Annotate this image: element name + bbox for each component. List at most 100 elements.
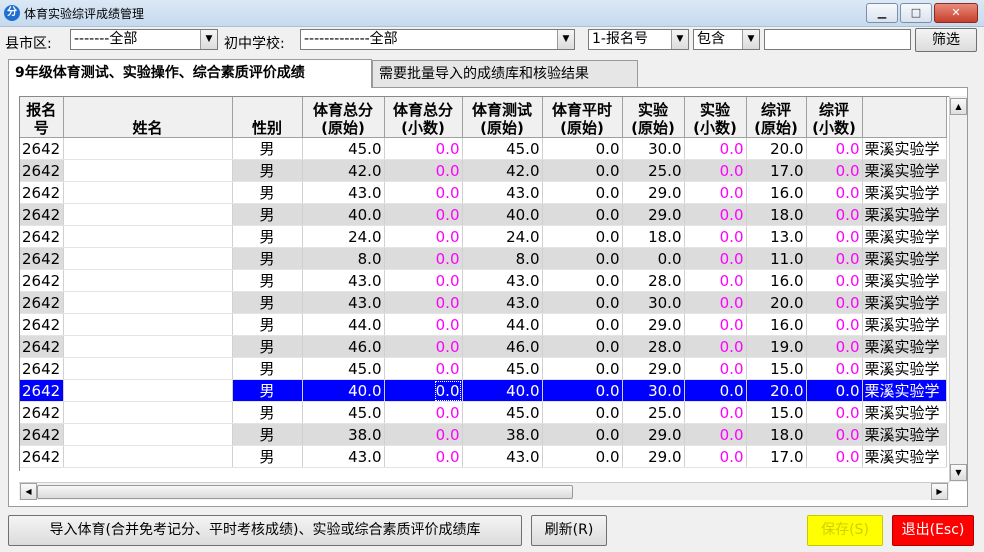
cell-id[interactable]: 2642 bbox=[20, 269, 64, 292]
cell-lab-dec[interactable]: 0.0 bbox=[684, 291, 747, 314]
cell-eval-raw[interactable]: 15.0 bbox=[746, 357, 807, 380]
cell-id[interactable]: 2642 bbox=[20, 181, 64, 204]
cell-pe-total-raw[interactable]: 43.0 bbox=[302, 181, 385, 204]
cell-pe-total-dec[interactable]: 0.0 bbox=[384, 269, 463, 292]
cell-pe-regular-raw[interactable]: 0.0 bbox=[542, 203, 623, 226]
cell-pe-total-raw[interactable]: 40.0 bbox=[302, 203, 385, 226]
cell-lab-raw[interactable]: 28.0 bbox=[622, 335, 685, 358]
match-select[interactable]: 包含 ▼ bbox=[693, 29, 760, 50]
cell-gender[interactable]: 男 bbox=[232, 225, 303, 248]
scores-grid[interactable]: 报名号 姓名 性别 体育总分 (原始) 体育总分 (小数) 体育测试 (原始) 体育平时 (原始) 实… bbox=[19, 96, 950, 471]
scroll-up-icon[interactable]: ▲ bbox=[950, 98, 967, 115]
cell-lab-raw[interactable]: 29.0 bbox=[622, 203, 685, 226]
cell-id[interactable]: 2642 bbox=[20, 291, 64, 314]
cell-school[interactable]: 栗溪实验学 bbox=[862, 335, 947, 358]
cell-pe-total-raw[interactable]: 40.0 bbox=[302, 379, 385, 402]
cell-pe-test-raw[interactable]: 46.0 bbox=[462, 335, 543, 358]
cell-lab-raw[interactable]: 29.0 bbox=[622, 313, 685, 336]
cell-lab-dec[interactable]: 0.0 bbox=[684, 203, 747, 226]
cell-eval-dec[interactable]: 0.0 bbox=[806, 401, 863, 424]
header-lab-dec[interactable]: 实验 (小数) bbox=[684, 97, 747, 138]
cell-school[interactable]: 栗溪实验学 bbox=[862, 423, 947, 446]
cell-lab-dec[interactable]: 0.0 bbox=[684, 313, 747, 336]
cell-pe-total-dec[interactable]: 0.0 bbox=[384, 445, 463, 468]
table-row[interactable]: 2642 男 44.0 0.0 44.0 0.0 29.0 0.0 16.0 0.0 栗溪实验学 bbox=[20, 313, 947, 336]
cell-school[interactable]: 栗溪实验学 bbox=[862, 247, 947, 270]
cell-pe-total-dec[interactable]: 0.0 bbox=[384, 203, 463, 226]
cell-name[interactable] bbox=[63, 401, 233, 424]
cell-eval-raw[interactable]: 17.0 bbox=[746, 445, 807, 468]
cell-id[interactable]: 2642 bbox=[20, 247, 64, 270]
cell-eval-raw[interactable]: 18.0 bbox=[746, 423, 807, 446]
table-row[interactable]: 2642 男 43.0 0.0 43.0 0.0 28.0 0.0 16.0 0.0 栗溪实验学 bbox=[20, 269, 947, 292]
cell-pe-test-raw[interactable]: 43.0 bbox=[462, 445, 543, 468]
header-id[interactable]: 报名号 bbox=[20, 97, 64, 138]
county-select[interactable]: -------全部 ▼ bbox=[70, 29, 218, 50]
cell-gender[interactable]: 男 bbox=[232, 291, 303, 314]
cell-lab-raw[interactable]: 29.0 bbox=[622, 181, 685, 204]
cell-pe-total-dec[interactable]: 0.0 bbox=[384, 247, 463, 270]
cell-eval-raw[interactable]: 16.0 bbox=[746, 269, 807, 292]
cell-name[interactable] bbox=[63, 181, 233, 204]
cell-pe-test-raw[interactable]: 45.0 bbox=[462, 401, 543, 424]
cell-name[interactable] bbox=[63, 313, 233, 336]
import-scores-button[interactable]: 导入体育(合并免考记分、平时考核成绩)、实验或综合素质评价成绩库 bbox=[8, 515, 522, 546]
cell-gender[interactable]: 男 bbox=[232, 159, 303, 182]
table-row[interactable]: 2642 男 43.0 0.0 43.0 0.0 30.0 0.0 20.0 0.0 栗溪实验学 bbox=[20, 291, 947, 314]
cell-pe-test-raw[interactable]: 38.0 bbox=[462, 423, 543, 446]
cell-pe-regular-raw[interactable]: 0.0 bbox=[542, 159, 623, 182]
cell-eval-dec[interactable]: 0.0 bbox=[806, 225, 863, 248]
cell-eval-dec[interactable]: 0.0 bbox=[806, 137, 863, 160]
filter-button[interactable]: 筛选 bbox=[915, 28, 977, 52]
cell-pe-total-dec[interactable]: 0.0 bbox=[384, 137, 463, 160]
cell-gender[interactable]: 男 bbox=[232, 357, 303, 380]
field-select[interactable]: 1-报名号 ▼ bbox=[588, 29, 689, 50]
cell-lab-raw[interactable]: 29.0 bbox=[622, 445, 685, 468]
cell-id[interactable]: 2642 bbox=[20, 335, 64, 358]
cell-pe-total-raw[interactable]: 45.0 bbox=[302, 401, 385, 424]
cell-eval-dec[interactable]: 0.0 bbox=[806, 335, 863, 358]
cell-pe-total-dec[interactable]: 0.0 bbox=[384, 401, 463, 424]
cell-pe-test-raw[interactable]: 43.0 bbox=[462, 181, 543, 204]
save-button[interactable]: 保存(S) bbox=[807, 515, 883, 546]
tab-grade9-scores[interactable]: 9年级体育测试、实验操作、综合素质评价成绩 bbox=[8, 59, 372, 88]
cell-pe-regular-raw[interactable]: 0.0 bbox=[542, 445, 623, 468]
exit-button[interactable]: 退出(Esc) bbox=[892, 515, 974, 546]
cell-eval-raw[interactable]: 16.0 bbox=[746, 313, 807, 336]
cell-pe-total-raw[interactable]: 46.0 bbox=[302, 335, 385, 358]
cell-lab-raw[interactable]: 30.0 bbox=[622, 137, 685, 160]
cell-lab-dec[interactable]: 0.0 bbox=[684, 247, 747, 270]
header-pe-total-dec[interactable]: 体育总分 (小数) bbox=[384, 97, 463, 138]
cell-pe-total-dec[interactable]: 0.0 bbox=[384, 181, 463, 204]
cell-eval-raw[interactable]: 13.0 bbox=[746, 225, 807, 248]
chevron-down-icon[interactable]: ▼ bbox=[671, 30, 688, 49]
cell-pe-regular-raw[interactable]: 0.0 bbox=[542, 181, 623, 204]
scroll-right-icon[interactable]: ▶ bbox=[931, 483, 948, 500]
cell-pe-total-dec[interactable]: 0.0 bbox=[384, 357, 463, 380]
cell-id[interactable]: 2642 bbox=[20, 137, 64, 160]
cell-lab-dec[interactable]: 0.0 bbox=[684, 357, 747, 380]
minimize-button[interactable]: ▁ bbox=[866, 3, 898, 23]
cell-gender[interactable]: 男 bbox=[232, 423, 303, 446]
header-name[interactable]: 姓名 bbox=[63, 97, 233, 138]
cell-pe-test-raw[interactable]: 8.0 bbox=[462, 247, 543, 270]
cell-pe-total-raw[interactable]: 24.0 bbox=[302, 225, 385, 248]
cell-pe-test-raw[interactable]: 42.0 bbox=[462, 159, 543, 182]
cell-eval-raw[interactable]: 20.0 bbox=[746, 379, 807, 402]
cell-gender[interactable]: 男 bbox=[232, 379, 303, 402]
cell-pe-regular-raw[interactable]: 0.0 bbox=[542, 247, 623, 270]
horizontal-scrollbar[interactable]: ◀ ▶ bbox=[19, 482, 949, 500]
cell-name[interactable] bbox=[63, 159, 233, 182]
table-row[interactable]: 2642 男 40.0 0.0 40.0 0.0 29.0 0.0 18.0 0.0 栗溪实验学 bbox=[20, 203, 947, 226]
cell-pe-regular-raw[interactable]: 0.0 bbox=[542, 313, 623, 336]
cell-pe-test-raw[interactable]: 45.0 bbox=[462, 137, 543, 160]
cell-pe-regular-raw[interactable]: 0.0 bbox=[542, 269, 623, 292]
header-school[interactable] bbox=[862, 97, 947, 138]
cell-pe-total-raw[interactable]: 43.0 bbox=[302, 269, 385, 292]
cell-lab-raw[interactable]: 30.0 bbox=[622, 379, 685, 402]
cell-pe-test-raw[interactable]: 43.0 bbox=[462, 291, 543, 314]
cell-eval-dec[interactable]: 0.0 bbox=[806, 445, 863, 468]
cell-lab-raw[interactable]: 29.0 bbox=[622, 423, 685, 446]
cell-school[interactable]: 栗溪实验学 bbox=[862, 357, 947, 380]
cell-pe-total-dec[interactable]: 0.0 bbox=[384, 159, 463, 182]
